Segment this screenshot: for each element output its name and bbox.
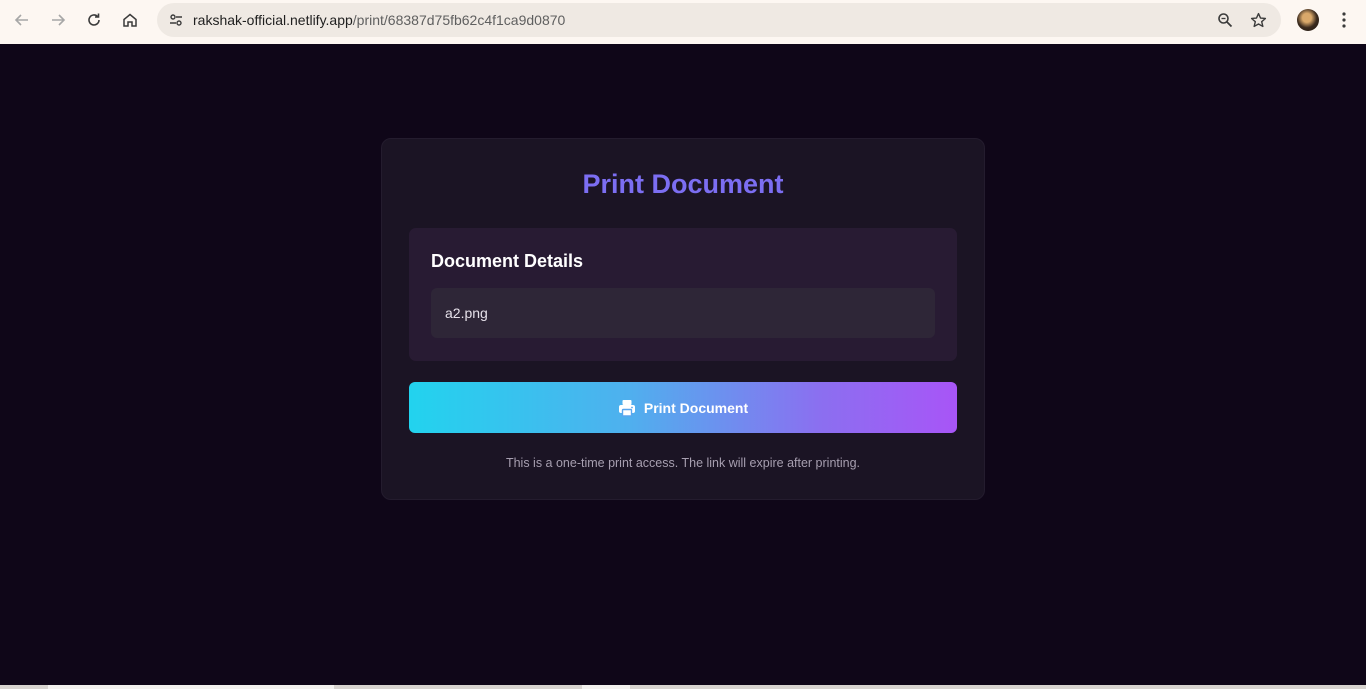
page-title: Print Document	[582, 169, 784, 199]
print-button-label: Print Document	[643, 399, 749, 416]
browser-menu-button[interactable]	[1333, 8, 1355, 32]
back-button[interactable]	[8, 8, 36, 32]
scrollbar-thumb[interactable]	[48, 685, 334, 689]
document-details-panel: Document Details a2.png	[409, 228, 957, 361]
url-path: /print/68387d75fb62c4f1ca9d0870	[352, 12, 566, 28]
reload-button[interactable]	[80, 8, 108, 32]
forward-button[interactable]	[44, 8, 72, 32]
scrollbar-segment	[582, 685, 630, 689]
back-arrow-icon	[14, 14, 28, 26]
url-text[interactable]: rakshak-official.netlify.app/print/68387…	[193, 12, 565, 28]
home-icon	[123, 13, 137, 27]
site-settings-button[interactable]	[163, 7, 189, 33]
address-bar[interactable]: rakshak-official.netlify.app/print/68387…	[157, 3, 1281, 37]
file-name-box: a2.png	[431, 288, 935, 338]
expiry-note: This is a one-time print access. The lin…	[505, 456, 861, 470]
zoom-icon	[1218, 13, 1233, 28]
printer-icon	[618, 399, 635, 417]
url-host: rakshak-official.netlify.app	[193, 12, 353, 28]
bookmark-button[interactable]	[1247, 9, 1269, 31]
kebab-menu-icon	[1342, 12, 1346, 28]
forward-arrow-icon	[52, 14, 66, 26]
reload-icon	[88, 13, 100, 26]
document-details-heading: Document Details	[431, 251, 584, 271]
site-settings-icon	[170, 14, 182, 26]
star-icon	[1250, 12, 1266, 27]
browser-toolbar: rakshak-official.netlify.app/print/68387…	[0, 0, 1366, 45]
horizontal-scrollbar[interactable]	[0, 685, 1366, 689]
page-content: Print Document Document Details a2.png P…	[0, 44, 1366, 685]
file-name: a2.png	[445, 305, 488, 321]
zoom-button[interactable]	[1214, 9, 1236, 31]
print-card: Print Document Document Details a2.png P…	[381, 138, 985, 500]
avatar[interactable]	[1297, 9, 1319, 31]
print-document-button[interactable]: Print Document	[409, 382, 957, 433]
home-button[interactable]	[116, 8, 144, 32]
